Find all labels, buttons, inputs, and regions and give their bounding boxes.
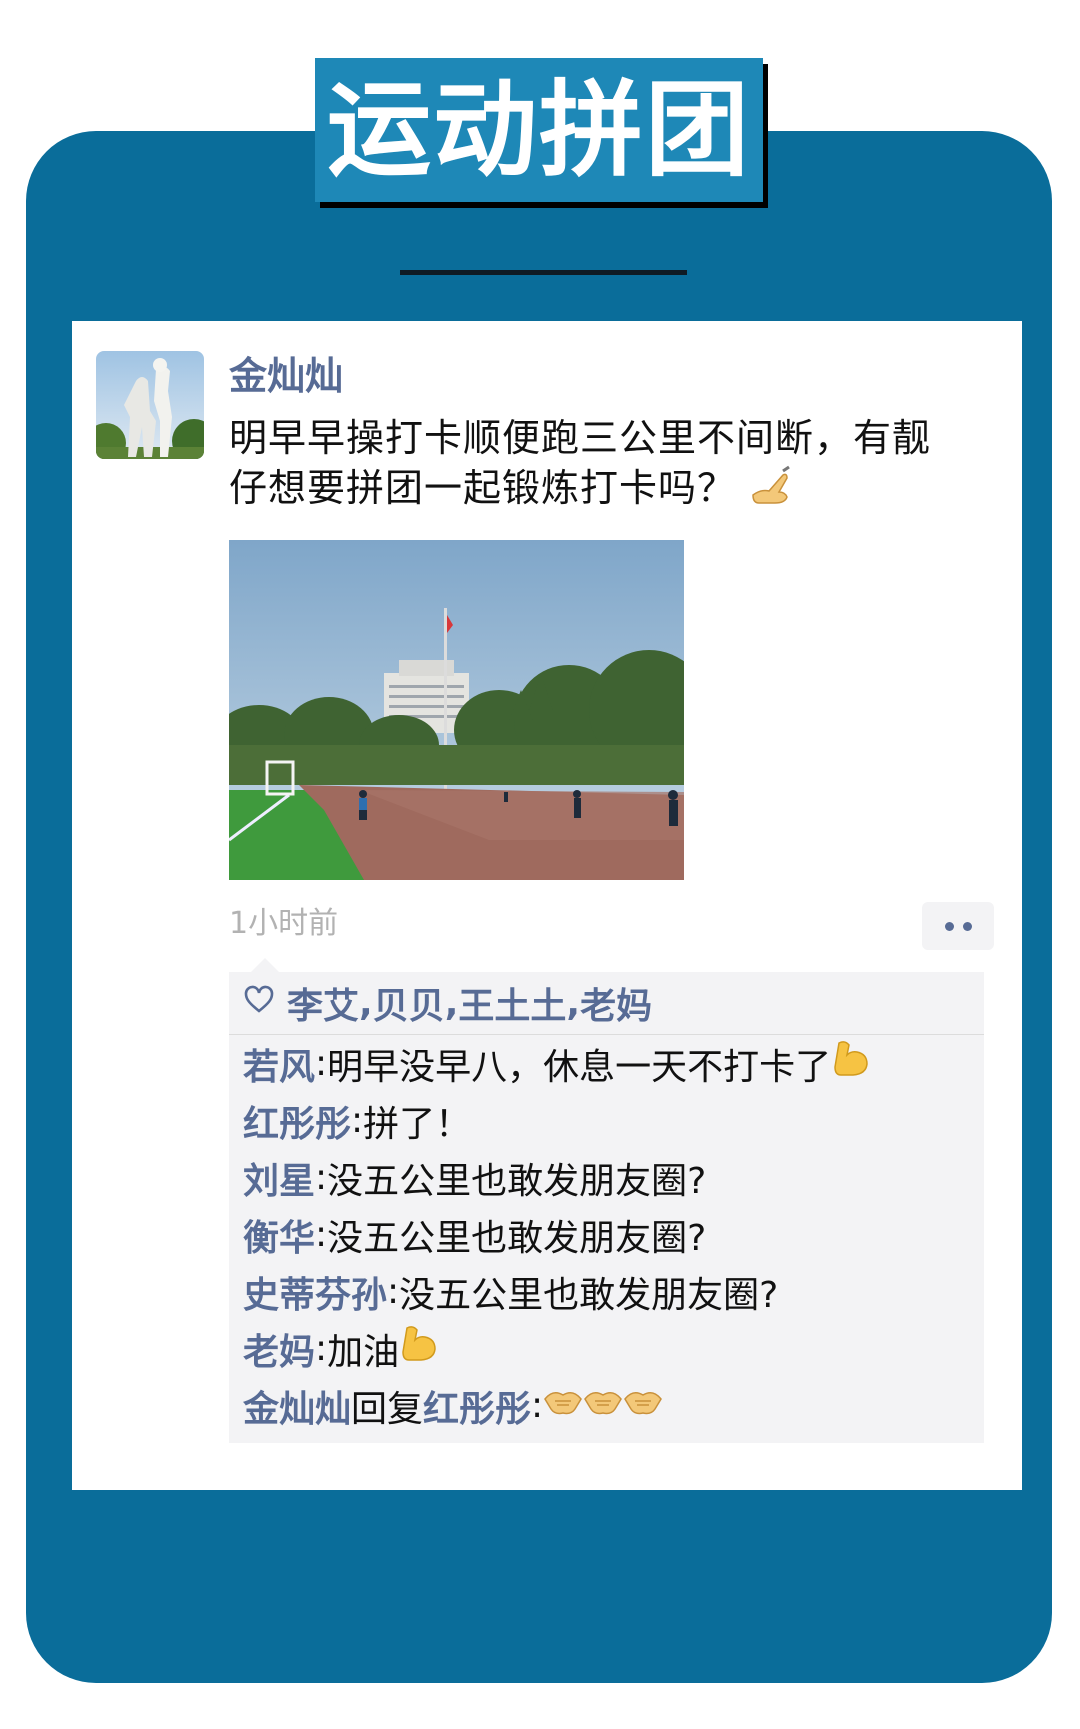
like-name[interactable]: 王土土 [458, 977, 566, 1029]
reply-word: 回复 [351, 1388, 424, 1430]
handshake-icon [623, 1385, 663, 1426]
post-text-line-2: 仔想要拼团一起锻炼打卡吗？ [229, 463, 1004, 517]
comment-separator: : [531, 1385, 544, 1426]
more-dot [962, 921, 972, 931]
comment-item[interactable]: 衡华: 没五公里也敢发朋友圈? [229, 1206, 984, 1263]
comment-item[interactable]: 史蒂芬孙: 没五公里也敢发朋友圈? [229, 1263, 984, 1320]
comment-item[interactable]: 若风: 明早没早八，休息一天不打卡了 [229, 1035, 984, 1092]
muscle-icon [399, 1324, 441, 1373]
comment-author[interactable]: 刘星 [243, 1152, 315, 1204]
comment-separator: : [315, 1157, 328, 1198]
heart-outline-icon [243, 983, 275, 1024]
page-title: 运动拼团 [315, 58, 763, 202]
comment-separator: : [315, 1043, 328, 1084]
comment-author[interactable]: 史蒂芬孙 [243, 1266, 387, 1318]
comment-separator: : [315, 1328, 328, 1369]
like-separator: , [444, 982, 459, 1024]
post-photo[interactable] [229, 540, 684, 880]
like-separator: , [566, 982, 581, 1024]
post-timestamp: 1小时前 [229, 906, 339, 941]
comment-item[interactable]: 刘星: 没五公里也敢发朋友圈? [229, 1149, 984, 1206]
like-name[interactable]: 李艾 [287, 977, 359, 1029]
post-text-line: 明早早操打卡顺便跑三公里不间断，有靓 [229, 416, 932, 460]
comments-caret [251, 958, 279, 972]
like-name[interactable]: 老妈 [580, 977, 652, 1029]
comment-author[interactable]: 金灿灿 [243, 1380, 351, 1432]
comment-author[interactable]: 若风 [243, 1038, 315, 1090]
more-dots-icon[interactable] [922, 902, 994, 950]
comment-text: 明早没早八，休息一天不打卡了 [327, 1046, 832, 1088]
comment-author[interactable]: 红彤彤 [243, 1095, 351, 1147]
comment-item[interactable]: 金灿灿 回复 红彤彤: [229, 1377, 984, 1434]
like-separator: , [359, 982, 373, 1024]
title-divider [400, 270, 687, 275]
reply-target[interactable]: 红彤彤 [423, 1380, 531, 1432]
writing-hand-icon [749, 465, 793, 517]
muscle-icon [831, 1039, 873, 1088]
comment-text: 没五公里也敢发朋友圈? [327, 1160, 707, 1202]
like-name[interactable]: 贝贝 [373, 977, 445, 1029]
moments-post-card: 金灿灿 明早早操打卡顺便跑三公里不间断，有靓 仔想要拼团一起锻炼打卡吗？ 1小时… [72, 321, 1022, 1490]
post-text: 明早早操打卡顺便跑三公里不间断，有靓 仔想要拼团一起锻炼打卡吗？ [229, 413, 1004, 517]
comment-author[interactable]: 老妈 [243, 1323, 315, 1375]
comment-text: 加油 [327, 1331, 400, 1373]
comment-separator: : [387, 1271, 400, 1312]
comments-panel: 李艾, 贝贝, 王土土, 老妈 若风: 明早没早八，休息一天不打卡了 红彤彤: 拼了！… [229, 958, 984, 1443]
likes-row: 李艾, 贝贝, 王土土, 老妈 [229, 972, 984, 1035]
comment-separator: : [351, 1100, 364, 1141]
post-author[interactable]: 金灿灿 [229, 351, 343, 401]
comment-item[interactable]: 红彤彤: 拼了！ [229, 1092, 984, 1149]
comment-item[interactable]: 老妈: 加油 [229, 1320, 984, 1377]
comment-separator: : [315, 1214, 328, 1255]
comment-text: 没五公里也敢发朋友圈? [327, 1217, 707, 1259]
comment-text: 没五公里也敢发朋友圈? [399, 1274, 779, 1316]
handshake-icon [543, 1385, 583, 1426]
more-dot [944, 921, 954, 931]
post-text-line-2-content: 仔想要拼团一起锻炼打卡吗？ [229, 466, 737, 510]
comment-text: 拼了！ [363, 1103, 472, 1145]
avatar[interactable] [96, 351, 204, 459]
handshake-icon [583, 1385, 623, 1426]
comment-author[interactable]: 衡华 [243, 1209, 315, 1261]
